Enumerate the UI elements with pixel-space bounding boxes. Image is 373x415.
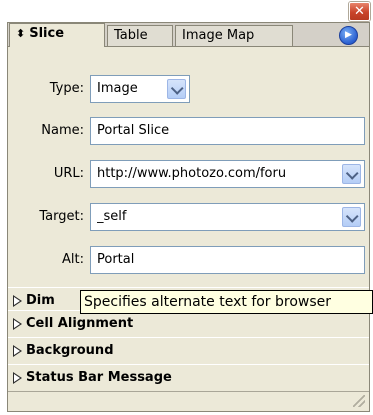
chevron-down-icon[interactable]	[167, 79, 186, 99]
panel-menu-icon: ▶	[345, 30, 352, 40]
triangle-right-icon	[13, 295, 22, 307]
tab-image-map-label: Image Map	[182, 28, 255, 43]
url-label: URL:	[53, 166, 84, 181]
section-background[interactable]: Background	[8, 337, 369, 365]
tab-table[interactable]: Table	[107, 25, 173, 46]
triangle-right-icon	[13, 318, 22, 330]
resize-grip[interactable]	[353, 395, 365, 407]
section-cell-alignment-label: Cell Alignment	[26, 316, 134, 331]
section-status-bar-message-label: Status Bar Message	[26, 370, 172, 385]
up-down-arrows-icon: ⬍	[16, 27, 26, 40]
section-cell-alignment[interactable]: Cell Alignment	[8, 310, 369, 338]
section-background-label: Background	[26, 343, 114, 358]
panel-frame: ⬍ Slice Table Image Map ▶ Type: Image Nam…	[7, 22, 370, 412]
close-icon: ✕	[354, 4, 365, 19]
tab-image-map[interactable]: Image Map	[175, 25, 293, 46]
target-combobox[interactable]: _self	[90, 203, 365, 231]
url-combobox[interactable]: http://www.photozo.com/foru	[90, 160, 365, 188]
type-select[interactable]: Image	[90, 75, 190, 103]
target-combobox-value: _self	[97, 209, 127, 224]
tab-strip: ⬍ Slice Table Image Map ▶	[8, 23, 369, 47]
panel-menu-button[interactable]: ▶	[339, 26, 358, 45]
chevron-down-icon[interactable]	[342, 207, 361, 227]
target-label: Target:	[39, 209, 84, 224]
tab-slice-label: Slice	[29, 26, 65, 41]
tooltip: Specifies alternate text for browser	[80, 290, 373, 314]
tab-table-label: Table	[114, 28, 148, 43]
alt-input[interactable]: Portal	[90, 246, 365, 274]
type-label: Type:	[49, 81, 84, 96]
name-input[interactable]: Portal Slice	[90, 117, 365, 145]
name-input-value: Portal Slice	[97, 123, 170, 138]
triangle-right-icon	[13, 345, 22, 357]
triangle-right-icon	[13, 372, 22, 384]
name-label: Name:	[41, 123, 84, 138]
alt-input-value: Portal	[97, 252, 135, 267]
url-combobox-value: http://www.photozo.com/foru	[97, 166, 287, 181]
slice-panel: ✕ ⬍ Slice Table Image Map ▶ Type: Image N…	[0, 0, 373, 415]
close-button[interactable]: ✕	[349, 2, 370, 21]
tab-slice[interactable]: ⬍ Slice	[9, 23, 105, 47]
panel-titlebar: ✕	[0, 0, 373, 21]
chevron-down-icon[interactable]	[342, 164, 361, 184]
alt-label: Alt:	[62, 252, 84, 267]
section-status-bar-message[interactable]: Status Bar Message	[8, 364, 369, 392]
